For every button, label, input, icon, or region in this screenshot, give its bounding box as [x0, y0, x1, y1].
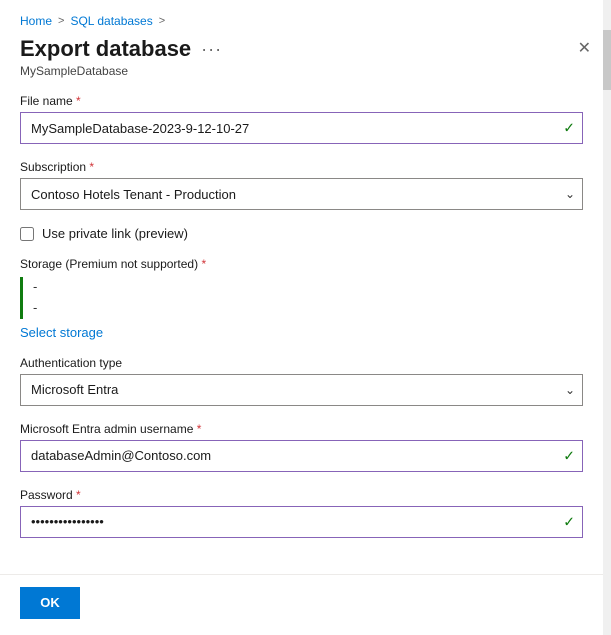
password-input-wrapper: ✓: [20, 506, 583, 538]
header-row: Export database ··· ✕: [0, 36, 611, 62]
subscription-label: Subscription *: [20, 160, 583, 174]
ok-button[interactable]: OK: [20, 587, 80, 619]
page-subtitle: MySampleDatabase: [0, 62, 611, 90]
password-group: Password * ✓: [20, 488, 583, 538]
auth-type-input-wrapper: ⌄: [20, 374, 583, 406]
file-name-input[interactable]: [20, 112, 583, 144]
file-name-label: File name *: [20, 94, 583, 108]
password-label: Password *: [20, 488, 583, 502]
file-name-check-icon: ✓: [563, 120, 575, 137]
admin-username-input[interactable]: [20, 440, 583, 472]
subscription-group: Subscription * ⌄: [20, 160, 583, 210]
breadcrumb-sep2: >: [159, 15, 165, 27]
scrollbar[interactable]: [603, 0, 611, 635]
auth-type-input[interactable]: [20, 374, 583, 406]
admin-username-group: Microsoft Entra admin username * ✓: [20, 422, 583, 472]
private-link-checkbox[interactable]: [20, 227, 34, 241]
more-options-icon[interactable]: ···: [201, 39, 222, 60]
storage-group: Storage (Premium not supported) * - - Se…: [20, 257, 583, 340]
password-input[interactable]: [20, 506, 583, 538]
page-title: Export database: [20, 36, 191, 62]
file-name-input-wrapper: ✓: [20, 112, 583, 144]
breadcrumb: Home > SQL databases >: [0, 0, 611, 36]
subscription-input-wrapper: ⌄: [20, 178, 583, 210]
breadcrumb-sql-databases[interactable]: SQL databases: [70, 14, 152, 28]
breadcrumb-home[interactable]: Home: [20, 14, 52, 28]
scrollbar-thumb[interactable]: [603, 30, 611, 90]
private-link-row: Use private link (preview): [20, 226, 583, 241]
storage-dash-2: -: [31, 298, 583, 319]
admin-username-check-icon: ✓: [563, 447, 575, 464]
storage-label: Storage (Premium not supported) *: [20, 257, 583, 271]
export-database-panel: Home > SQL databases > Export database ·…: [0, 0, 611, 635]
form-content: File name * ✓ Subscription * ⌄ Use priva…: [0, 90, 611, 574]
breadcrumb-sep1: >: [58, 15, 64, 27]
private-link-label: Use private link (preview): [42, 226, 188, 241]
auth-type-group: Authentication type ⌄: [20, 356, 583, 406]
admin-username-input-wrapper: ✓: [20, 440, 583, 472]
subscription-input[interactable]: [20, 178, 583, 210]
auth-type-label: Authentication type: [20, 356, 583, 370]
header-left: Export database ···: [20, 36, 222, 62]
storage-dash-1: -: [31, 277, 583, 298]
storage-values: - -: [20, 277, 583, 319]
close-icon[interactable]: ✕: [578, 41, 591, 57]
footer: OK: [0, 574, 611, 635]
admin-username-label: Microsoft Entra admin username *: [20, 422, 583, 436]
password-check-icon: ✓: [563, 513, 575, 530]
file-name-group: File name * ✓: [20, 94, 583, 144]
select-storage-link[interactable]: Select storage: [20, 325, 103, 340]
